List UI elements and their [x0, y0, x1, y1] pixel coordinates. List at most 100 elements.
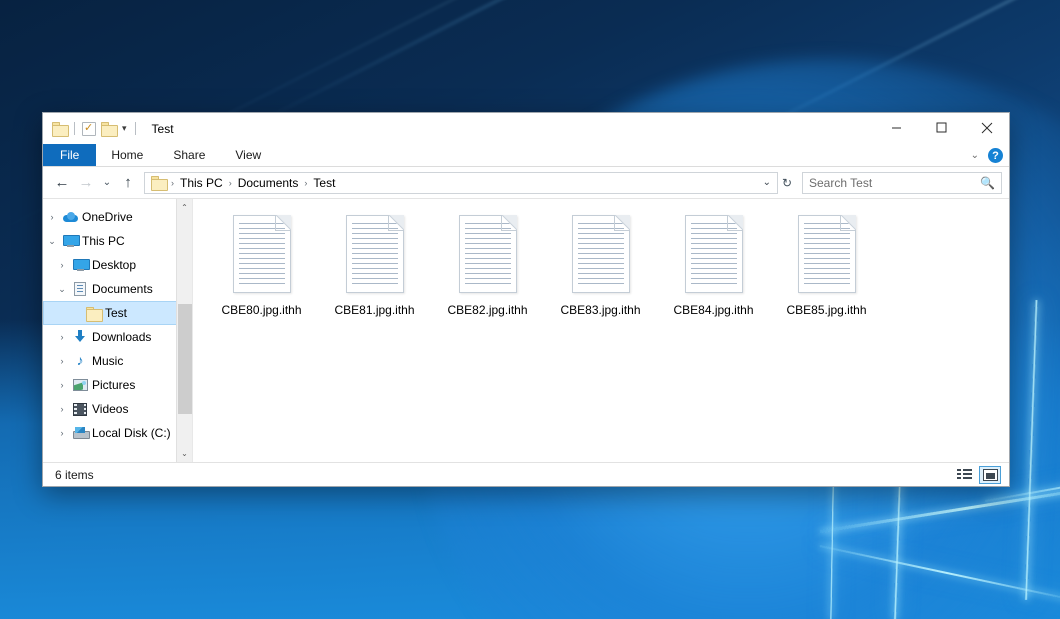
scrollbar-thumb[interactable]	[178, 304, 192, 414]
toolbar-divider	[74, 122, 75, 135]
disk-icon	[71, 427, 89, 439]
pictures-icon	[71, 379, 89, 391]
breadcrumb-tools: ⌄	[763, 173, 775, 193]
sidebar-scrollbar[interactable]: ⌃ ⌄	[176, 199, 192, 462]
refresh-button[interactable]: ↻	[778, 171, 796, 195]
sidebar-item-videos[interactable]: › Videos	[43, 397, 192, 421]
scroll-down-icon[interactable]: ⌄	[177, 445, 193, 462]
recent-locations-button[interactable]: ⌄	[98, 171, 116, 195]
title-bar[interactable]: ▾ Test	[43, 113, 1009, 144]
file-item[interactable]: CBE81.jpg.ithh	[318, 213, 431, 317]
minimize-button[interactable]	[874, 113, 919, 142]
file-item[interactable]: CBE84.jpg.ithh	[657, 213, 770, 317]
generic-file-icon	[459, 215, 517, 293]
file-name-label: CBE84.jpg.ithh	[673, 303, 753, 317]
monitor-icon	[61, 235, 79, 247]
chevron-down-icon[interactable]: ▾	[121, 124, 128, 133]
search-placeholder: Search Test	[809, 176, 872, 190]
music-icon: ♪	[71, 354, 89, 368]
large-icons-view-button[interactable]	[979, 466, 1001, 484]
new-folder-icon[interactable]	[101, 122, 116, 135]
folder-icon[interactable]	[52, 122, 67, 135]
generic-file-icon	[346, 215, 404, 293]
close-button[interactable]	[964, 113, 1009, 142]
desktop-icon	[71, 259, 89, 271]
file-list-pane[interactable]: CBE80.jpg.ithh CBE81.jpg.ithh CBE82.jpg.…	[193, 199, 1009, 462]
chevron-right-icon[interactable]: ›	[53, 332, 71, 342]
scrollbar-track[interactable]	[177, 216, 193, 445]
generic-file-icon	[798, 215, 856, 293]
navigation-pane: › OneDrive ⌄ This PC › Desktop ⌄ Documen…	[43, 199, 193, 462]
status-bar: 6 items	[43, 462, 1009, 486]
quick-access-toolbar: ▾ Test	[43, 122, 174, 136]
tab-home[interactable]: Home	[96, 144, 158, 166]
tree-spacer: ›	[66, 308, 84, 318]
back-button[interactable]: ←	[50, 171, 74, 195]
sidebar-item-downloads[interactable]: › Downloads	[43, 325, 192, 349]
item-count-label: 6 items	[55, 468, 94, 482]
maximize-button[interactable]	[919, 113, 964, 142]
chevron-right-icon[interactable]: ›	[53, 380, 71, 390]
chevron-down-icon[interactable]: ⌄	[763, 177, 771, 188]
search-input[interactable]: Search Test 🔍	[802, 172, 1002, 194]
tab-view[interactable]: View	[220, 144, 276, 166]
generic-file-icon	[233, 215, 291, 293]
sidebar-item-label: Pictures	[89, 378, 135, 392]
sidebar-item-onedrive[interactable]: › OneDrive	[43, 205, 192, 229]
file-item[interactable]: CBE82.jpg.ithh	[431, 213, 544, 317]
file-explorer-window: ▾ Test File Home Share View ⌄ ? ← →	[42, 112, 1010, 487]
chevron-right-icon[interactable]: ›	[53, 356, 71, 366]
videos-icon	[71, 403, 89, 416]
file-name-label: CBE85.jpg.ithh	[786, 303, 866, 317]
sidebar-item-label: Desktop	[89, 258, 136, 272]
address-bar: ← → ⌄ ↑ › This PC › Documents › Test ⌄ ↻…	[43, 167, 1009, 198]
tab-share[interactable]: Share	[158, 144, 220, 166]
file-item[interactable]: CBE85.jpg.ithh	[770, 213, 883, 317]
view-toggle-group	[953, 466, 1001, 484]
sidebar-item-pictures[interactable]: › Pictures	[43, 373, 192, 397]
details-view-button[interactable]	[953, 466, 975, 484]
sidebar-item-documents[interactable]: ⌄ Documents	[43, 277, 192, 301]
help-icon[interactable]: ?	[988, 148, 1003, 163]
chevron-right-icon[interactable]: ›	[53, 260, 71, 270]
toolbar-divider	[135, 122, 136, 135]
sidebar-item-label: Documents	[89, 282, 153, 296]
sidebar-item-label: Videos	[89, 402, 128, 416]
folder-icon	[151, 176, 166, 189]
chevron-down-icon[interactable]: ⌄	[43, 236, 61, 247]
chevron-right-icon[interactable]: ›	[53, 404, 71, 414]
tab-file[interactable]: File	[43, 144, 96, 166]
generic-file-icon	[572, 215, 630, 293]
scroll-up-icon[interactable]: ⌃	[177, 199, 193, 216]
sidebar-item-local-disk-c[interactable]: › Local Disk (C:)	[43, 421, 192, 445]
chevron-down-icon[interactable]: ⌄	[971, 150, 979, 161]
sidebar-item-desktop[interactable]: › Desktop	[43, 253, 192, 277]
file-grid: CBE80.jpg.ithh CBE81.jpg.ithh CBE82.jpg.…	[205, 213, 1009, 317]
cloud-icon	[61, 212, 79, 222]
breadcrumb-item-this-pc[interactable]: This PC	[175, 173, 228, 193]
sidebar-item-music[interactable]: › ♪ Music	[43, 349, 192, 373]
sidebar-item-label: Test	[102, 306, 127, 320]
breadcrumb-item-test[interactable]: Test	[308, 173, 340, 193]
file-name-label: CBE83.jpg.ithh	[560, 303, 640, 317]
file-name-label: CBE82.jpg.ithh	[447, 303, 527, 317]
file-item[interactable]: CBE80.jpg.ithh	[205, 213, 318, 317]
file-item[interactable]: CBE83.jpg.ithh	[544, 213, 657, 317]
sidebar-item-label: Downloads	[89, 330, 151, 344]
chevron-down-icon[interactable]: ⌄	[53, 284, 71, 295]
ribbon-tab-bar: File Home Share View ⌄ ?	[43, 144, 1009, 167]
breadcrumb-item-documents[interactable]: Documents	[233, 173, 304, 193]
forward-button[interactable]: →	[74, 171, 98, 195]
ribbon-right-controls: ⌄ ?	[971, 144, 1003, 167]
up-button[interactable]: ↑	[116, 171, 140, 195]
chevron-right-icon[interactable]: ›	[53, 428, 71, 438]
explorer-body: › OneDrive ⌄ This PC › Desktop ⌄ Documen…	[43, 198, 1009, 462]
window-controls	[874, 113, 1009, 142]
properties-checkbox-icon[interactable]	[82, 122, 96, 136]
sidebar-item-label: Music	[89, 354, 123, 368]
search-icon[interactable]: 🔍	[980, 176, 995, 190]
breadcrumb[interactable]: › This PC › Documents › Test ⌄	[144, 172, 778, 194]
sidebar-item-this-pc[interactable]: ⌄ This PC	[43, 229, 192, 253]
chevron-right-icon[interactable]: ›	[43, 212, 61, 222]
sidebar-item-test[interactable]: › Test	[43, 301, 192, 325]
